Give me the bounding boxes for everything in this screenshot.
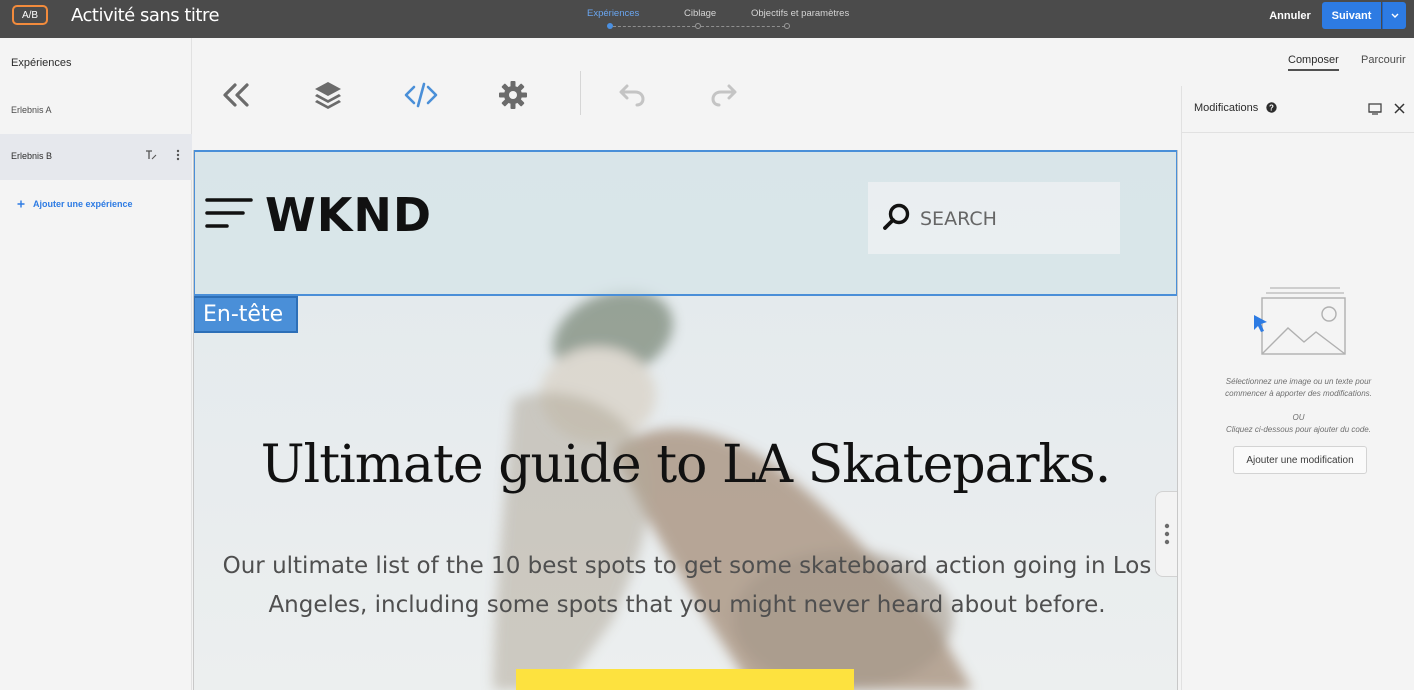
or-separator: OU (1292, 413, 1305, 422)
undo-button[interactable] (615, 78, 649, 112)
top-bar: A/B Activité sans titre Expériences Cibl… (0, 0, 1414, 38)
page-preview-canvas[interactable]: WKND SEARCH En-tête Ultimate guide to LA… (193, 150, 1178, 690)
experience-item-selected[interactable]: Erlebnis B (0, 134, 192, 180)
layers-icon (315, 82, 341, 109)
site-search-box[interactable]: SEARCH (868, 182, 1120, 254)
layers-button[interactable] (311, 78, 345, 112)
code-editor-button[interactable] (404, 78, 438, 112)
tab-browse[interactable]: Parcourir (1361, 54, 1406, 66)
editor-mode-tabs: Composer Parcourir (1181, 38, 1414, 86)
collapse-left-icon (223, 83, 249, 107)
gear-icon (499, 81, 527, 109)
site-logo[interactable]: WKND (265, 188, 432, 242)
step-indicator (784, 23, 790, 29)
modifications-panel: Modifications ? Sélectionnez une image o… (1181, 86, 1414, 690)
more-options-icon[interactable] (172, 148, 184, 162)
add-experience-link[interactable]: Ajouter une expérience (17, 199, 133, 209)
hamburger-menu-icon[interactable] (205, 196, 253, 230)
experiences-header: Expériences (11, 57, 72, 69)
add-modification-button[interactable]: Ajouter une modification (1233, 446, 1367, 474)
rename-icon[interactable] (144, 148, 158, 162)
empty-state-hint: commencer à apporter des modifications. (1225, 389, 1372, 398)
hero-description-line: Our ultimate list of the 10 best spots t… (222, 553, 1152, 579)
empty-state-hint: Sélectionnez une image ou un texte pour (1225, 377, 1372, 386)
undo-icon (619, 84, 645, 107)
next-button[interactable]: Suivant (1322, 2, 1381, 29)
hero-title[interactable]: Ultimate guide to LA Skateparks. (193, 435, 1178, 495)
modifications-header: Modifications ? (1182, 86, 1414, 133)
redo-button[interactable] (707, 78, 741, 112)
help-icon[interactable]: ? (1266, 102, 1277, 113)
cancel-button[interactable]: Annuler (1262, 5, 1318, 27)
selected-element-label: En-tête (193, 296, 298, 333)
next-dropdown-button[interactable] (1382, 2, 1406, 29)
step-goals-settings[interactable]: Objectifs et paramètres (751, 8, 849, 19)
step-connector (701, 26, 785, 27)
search-placeholder: SEARCH (920, 208, 997, 230)
collapse-panel-button[interactable] (219, 78, 253, 112)
activity-title[interactable]: Activité sans titre (71, 5, 220, 26)
step-indicator (695, 23, 701, 29)
experiences-panel: Expériences Erlebnis A Erlebnis B Ajoute… (0, 38, 192, 690)
hero-description-line: Angeles, including some spots that you m… (268, 592, 1106, 618)
canvas-resize-handle[interactable] (1155, 491, 1178, 577)
experience-item[interactable]: Erlebnis A (0, 88, 192, 134)
experience-label: Erlebnis A (11, 105, 52, 115)
step-experiences[interactable]: Expériences (587, 8, 639, 19)
modifications-title: Modifications (1194, 102, 1259, 114)
tab-compose[interactable]: Composer (1288, 54, 1339, 71)
redo-icon (711, 84, 737, 107)
code-icon (404, 82, 438, 108)
hero-cta-button[interactable] (516, 669, 854, 690)
settings-button[interactable] (496, 78, 530, 112)
search-icon (883, 203, 910, 230)
editor-toolbar (193, 38, 1181, 150)
add-experience-label: Ajouter une expérience (33, 199, 133, 209)
toolbar-divider (580, 71, 581, 115)
chevron-down-icon (1391, 13, 1398, 18)
code-hint: Cliquez ci-dessous pour ajouter du code. (1226, 425, 1371, 434)
close-icon[interactable] (1394, 103, 1405, 114)
step-targeting[interactable]: Ciblage (684, 8, 716, 19)
hero-description[interactable]: Our ultimate list of the 10 best spots t… (217, 547, 1157, 625)
step-indicator-active (607, 23, 613, 29)
monitor-icon[interactable] (1368, 103, 1382, 115)
plus-icon (17, 200, 25, 208)
experience-label: Erlebnis B (11, 151, 53, 161)
drag-handle-icon (1164, 523, 1170, 545)
svg-text:?: ? (1269, 103, 1274, 112)
empty-state-image-icon (1254, 287, 1346, 355)
activity-type-badge: A/B (12, 5, 48, 25)
step-connector (613, 26, 695, 27)
site-header-selected[interactable]: WKND SEARCH (193, 150, 1178, 296)
